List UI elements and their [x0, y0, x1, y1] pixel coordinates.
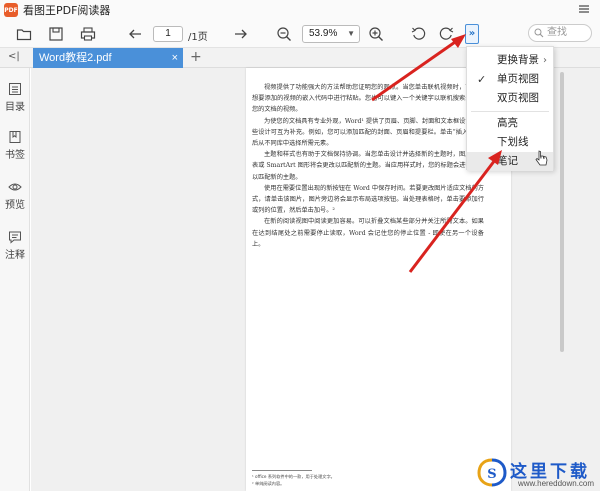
- sidebar-item-label: 目录: [5, 102, 25, 113]
- paragraph: 在新的阅读视图中阅读更加容易。可以折叠文档某些部分并关注所需文本。如果在达到结尾…: [252, 218, 484, 248]
- open-folder-button[interactable]: [13, 24, 35, 44]
- app-title: 看图王PDF阅读器: [23, 4, 111, 17]
- page-number-input[interactable]: 1: [153, 26, 183, 42]
- chevron-down-icon: ▼: [347, 29, 355, 38]
- svg-text:S: S: [487, 467, 496, 482]
- new-tab-button[interactable]: +: [190, 49, 202, 65]
- check-icon: ✓: [477, 73, 487, 86]
- menu-divider: [471, 111, 549, 112]
- paragraph: 视频提供了功能强大的方法帮助您证明您的观点。当您单击联机视频时，可以在想要添加的…: [252, 84, 484, 114]
- save-button[interactable]: [45, 24, 67, 44]
- toolbar: 1 /1页 53.9% ▼ » 查找: [0, 20, 600, 48]
- zoom-value: 53.9%: [309, 28, 338, 39]
- search-placeholder: 查找: [547, 27, 567, 38]
- footnote: ¹ office 系列软件中的一款，用于处理文字。: [252, 474, 335, 479]
- search-icon: [534, 28, 544, 38]
- print-icon: [80, 27, 96, 41]
- save-icon: [49, 27, 63, 41]
- zoom-in-button[interactable]: [365, 24, 387, 44]
- zoom-out-icon: [277, 27, 291, 41]
- menu-item-two-page[interactable]: 双页视图: [467, 89, 553, 108]
- search-input[interactable]: 查找: [528, 24, 592, 42]
- watermark-logo-icon: S: [477, 458, 507, 487]
- sidebar-item-toc[interactable]: 目录: [0, 82, 30, 113]
- mouse-cursor-icon: [535, 150, 548, 166]
- sidebar-item-label: 注释: [5, 250, 25, 261]
- tab-document[interactable]: Word教程2.pdf ×: [33, 48, 183, 68]
- page-body: 视频提供了功能强大的方法帮助您证明您的观点。当您单击联机视频时，可以在想要添加的…: [252, 82, 484, 250]
- paragraph: 主题和样式也有助于文档保持协调。当您单击设计并选择新的主题时，图片、图表或 Sm…: [252, 151, 484, 181]
- folder-icon: [16, 29, 32, 41]
- watermark: S 这里下载 www.hereddown.com: [470, 455, 600, 491]
- comment-icon: [9, 231, 21, 244]
- tab-label: Word教程2.pdf: [39, 52, 112, 64]
- hamburger-menu-icon[interactable]: [578, 3, 590, 15]
- collapse-sidebar-button[interactable]: <|: [8, 51, 20, 62]
- menu-item-change-background[interactable]: 更换背景 ›: [467, 51, 553, 70]
- more-options-button[interactable]: »: [465, 24, 479, 44]
- zoom-out-button[interactable]: [273, 24, 295, 44]
- sidebar-item-label: 预览: [5, 200, 25, 211]
- rotate-right-button[interactable]: [435, 24, 457, 44]
- sidebar-item-preview[interactable]: 预览: [0, 180, 30, 211]
- rotate-left-icon: [411, 27, 426, 40]
- menu-item-single-page[interactable]: ✓ 单页视图: [467, 70, 553, 89]
- sidebar-item-bookmarks[interactable]: 书签: [0, 130, 30, 161]
- rotate-right-icon: [439, 27, 454, 40]
- zoom-select[interactable]: 53.9% ▼: [302, 25, 360, 43]
- menu-item-highlight[interactable]: 高亮: [467, 114, 553, 133]
- watermark-url: www.hereddown.com: [518, 479, 595, 488]
- title-bar: PDF 看图王PDF阅读器: [0, 0, 600, 20]
- footnotes: ¹ office 系列软件中的一款，用于处理文字。 ² 单纯阅读内容。: [252, 473, 335, 487]
- app-logo: PDF: [4, 3, 18, 17]
- page-total: /1页: [188, 32, 208, 43]
- previous-page-button[interactable]: [124, 24, 146, 44]
- sidebar-item-annotations[interactable]: 注释: [0, 230, 30, 261]
- paragraph: 使用在需要位置出现的新按钮在 Word 中保存时间。若要更改图片适应文档的方式，…: [252, 184, 484, 215]
- chevron-right-icon: ›: [543, 55, 547, 66]
- sidebar: 目录 书签 预览 注释: [0, 68, 30, 491]
- arrow-left-icon: [129, 29, 141, 39]
- arrow-right-icon: [235, 29, 247, 39]
- print-button[interactable]: [77, 24, 99, 44]
- sidebar-item-label: 书签: [5, 150, 25, 161]
- bookmark-icon: [9, 131, 21, 143]
- tab-close-icon[interactable]: ×: [172, 48, 178, 68]
- eye-icon: [8, 183, 22, 191]
- footnote: ² 单纯阅读内容。: [252, 481, 285, 486]
- scrollbar-thumb[interactable]: [560, 72, 564, 352]
- footnote-divider: [252, 470, 312, 471]
- rotate-left-button[interactable]: [408, 24, 430, 44]
- next-page-button[interactable]: [230, 24, 252, 44]
- zoom-in-icon: [369, 27, 383, 41]
- list-icon: [9, 83, 21, 95]
- paragraph: 为使您的文档具有专业外观，Word¹ 提供了页眉、页脚、封面和文本框设计，这些设…: [252, 117, 484, 148]
